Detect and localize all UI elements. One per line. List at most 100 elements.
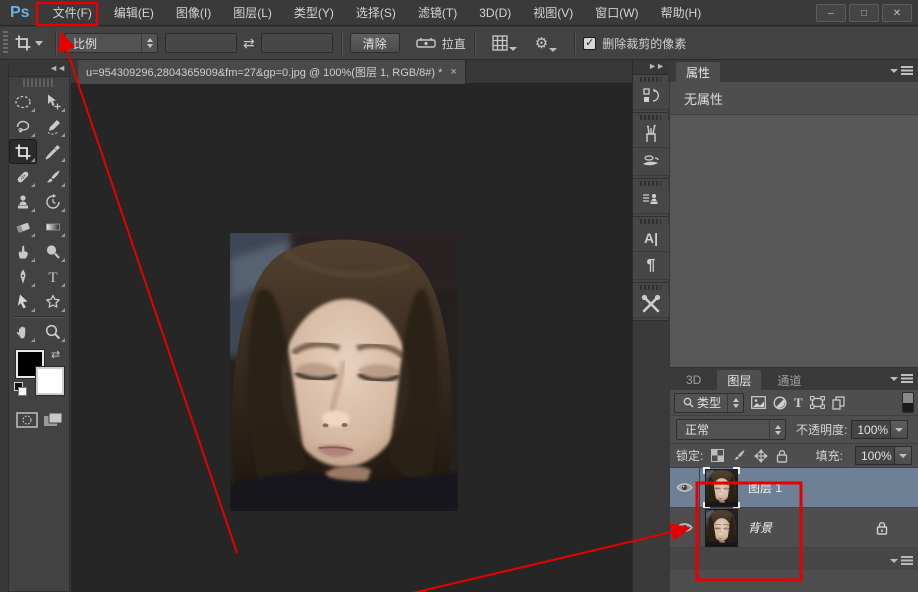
- crop-tool-preset[interactable]: [14, 34, 43, 52]
- background-name[interactable]: 背景: [748, 519, 772, 536]
- menu-image[interactable]: 图像(I): [165, 0, 222, 26]
- default-colors-icon[interactable]: [14, 382, 27, 396]
- custom-shape-tool-icon[interactable]: [39, 289, 67, 314]
- type-layer-filter-icon[interactable]: T: [794, 395, 803, 411]
- canvas-image[interactable]: [230, 233, 458, 511]
- opacity-value[interactable]: 100%: [851, 420, 891, 439]
- document-close-icon[interactable]: ×: [450, 66, 456, 78]
- dock-collapse-icon[interactable]: ►►: [633, 60, 668, 75]
- layer-filter-select[interactable]: 类型: [674, 393, 744, 413]
- menu-help[interactable]: 帮助(H): [650, 0, 713, 26]
- history-panel-icon[interactable]: [633, 82, 669, 110]
- clone-stamp-tool-icon[interactable]: [9, 189, 37, 214]
- tools-panel-grip[interactable]: [23, 79, 55, 87]
- maximize-button[interactable]: □: [849, 4, 879, 22]
- menu-edit[interactable]: 编辑(E): [103, 0, 165, 26]
- smudge-tool-icon[interactable]: [9, 239, 37, 264]
- fill-value[interactable]: 100%: [855, 446, 895, 465]
- options-bar-grip[interactable]: [3, 31, 8, 55]
- tab-3d[interactable]: 3D: [676, 370, 711, 390]
- screen-mode-icon[interactable]: [43, 412, 63, 428]
- type-tool-icon[interactable]: T: [39, 264, 67, 289]
- blend-mode-select[interactable]: 正常: [676, 419, 786, 440]
- menu-window[interactable]: 窗口(W): [584, 0, 649, 26]
- delete-cropped-pixels-label[interactable]: 删除裁剪的像素: [602, 35, 686, 52]
- document-tab[interactable]: u=954309296,2804365909&fm=27&gp=0.jpg @ …: [78, 60, 466, 84]
- layers-panel-menu-icon[interactable]: [890, 374, 913, 383]
- menu-filter[interactable]: 滤镜(T): [407, 0, 468, 26]
- clear-button[interactable]: 清除: [350, 33, 400, 53]
- straighten-icon[interactable]: [416, 35, 436, 51]
- smart-object-filter-icon[interactable]: [832, 396, 845, 410]
- background-thumbnail[interactable]: [705, 508, 738, 548]
- layer1-name[interactable]: 图层 1: [748, 479, 782, 496]
- lock-pixels-icon[interactable]: [732, 449, 746, 462]
- opacity-dropdown-icon[interactable]: [891, 420, 908, 439]
- elliptical-marquee-tool-icon[interactable]: [9, 89, 37, 114]
- hand-tool-icon[interactable]: [9, 319, 37, 344]
- history-brush-tool-icon[interactable]: [39, 189, 67, 214]
- pixel-layer-filter-icon[interactable]: [751, 396, 766, 409]
- delete-cropped-pixels-checkbox[interactable]: ✓: [583, 37, 596, 50]
- layer1-thumbnail[interactable]: [705, 468, 738, 508]
- menu-file[interactable]: 文件(F): [42, 0, 103, 26]
- move-tool-icon[interactable]: [39, 89, 67, 114]
- layer-row-background[interactable]: 背景: [670, 508, 918, 548]
- opacity-control[interactable]: 100%: [851, 420, 908, 439]
- layer-filter-row: 类型 T: [670, 390, 918, 416]
- swap-colors-icon[interactable]: ⇄: [51, 348, 60, 361]
- menu-type[interactable]: 类型(Y): [283, 0, 345, 26]
- character-panel-icon[interactable]: A|: [633, 224, 669, 252]
- fill-control[interactable]: 100%: [855, 446, 912, 465]
- menu-view[interactable]: 视图(V): [522, 0, 584, 26]
- straighten-label[interactable]: 拉直: [442, 35, 466, 52]
- tab-properties[interactable]: 属性: [676, 62, 720, 82]
- lock-row: 锁定: 填充: 100%: [670, 444, 918, 468]
- dodge-tool-icon[interactable]: [39, 239, 67, 264]
- tool-presets-panel-icon[interactable]: [633, 290, 669, 318]
- menu-3d[interactable]: 3D(D): [468, 0, 522, 26]
- layer-filter-toggle[interactable]: [902, 392, 914, 413]
- zoom-tool-icon[interactable]: [39, 319, 67, 344]
- path-selection-tool-icon[interactable]: [9, 289, 37, 314]
- spot-healing-brush-tool-icon[interactable]: [9, 164, 37, 189]
- crop-ratio-select[interactable]: 比例: [64, 33, 158, 53]
- quick-selection-tool-icon[interactable]: [39, 114, 67, 139]
- layers-footer-menu-icon[interactable]: [890, 556, 913, 565]
- brush-presets-panel-icon[interactable]: [633, 120, 669, 148]
- close-button[interactable]: ✕: [882, 4, 912, 22]
- menu-select[interactable]: 选择(S): [345, 0, 407, 26]
- minimize-button[interactable]: –: [816, 4, 846, 22]
- eyedropper-tool-icon[interactable]: [39, 139, 67, 164]
- brushes-panel-icon[interactable]: [633, 148, 669, 176]
- fill-dropdown-icon[interactable]: [895, 446, 912, 465]
- lock-position-icon[interactable]: [754, 449, 768, 463]
- eraser-tool-icon[interactable]: [9, 214, 37, 239]
- background-visibility-toggle[interactable]: [670, 508, 700, 548]
- tools-panel-collapse-icon[interactable]: ◄◄: [9, 62, 69, 77]
- lock-transparency-icon[interactable]: [711, 449, 724, 462]
- crop-settings-gear-icon[interactable]: ⚙: [535, 34, 557, 52]
- crop-width-input[interactable]: [165, 33, 237, 53]
- menu-layer[interactable]: 图层(L): [222, 0, 283, 26]
- clone-source-panel-icon[interactable]: [633, 186, 669, 214]
- tab-channels[interactable]: 通道: [767, 370, 811, 390]
- background-color-swatch[interactable]: [36, 367, 64, 395]
- adjustment-layer-filter-icon[interactable]: [773, 396, 787, 410]
- gradient-tool-icon[interactable]: [39, 214, 67, 239]
- properties-panel-menu-icon[interactable]: [890, 66, 913, 75]
- swap-dimensions-icon[interactable]: ⇄: [243, 35, 255, 52]
- lock-all-icon[interactable]: [776, 449, 788, 463]
- crop-tool-icon-active[interactable]: [9, 139, 37, 164]
- brush-tool-icon[interactable]: [39, 164, 67, 189]
- tab-layers[interactable]: 图层: [717, 370, 761, 390]
- crop-height-input[interactable]: [261, 33, 333, 53]
- pen-tool-icon[interactable]: [9, 264, 37, 289]
- layer1-visibility-toggle[interactable]: [670, 468, 700, 508]
- crop-overlay-options-icon[interactable]: [492, 35, 517, 51]
- quick-mask-mode-icon[interactable]: [16, 412, 38, 428]
- shape-layer-filter-icon[interactable]: [810, 396, 825, 409]
- layer-row-layer1[interactable]: 图层 1: [670, 468, 918, 508]
- lasso-tool-icon[interactable]: [9, 114, 37, 139]
- paragraph-panel-icon[interactable]: ¶: [633, 252, 669, 280]
